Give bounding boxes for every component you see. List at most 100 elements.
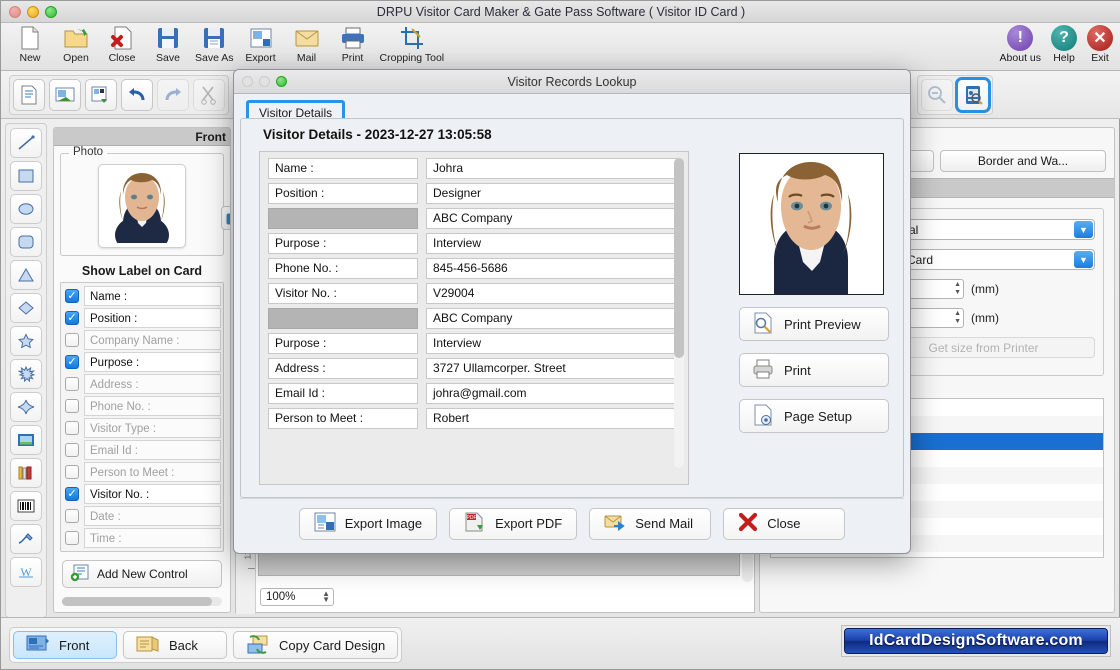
label-row-person-to-meet[interactable]: Person to Meet : — [63, 461, 221, 483]
dialog-zoom-button[interactable] — [276, 76, 287, 87]
export-image-button[interactable]: Export Image — [298, 507, 438, 540]
add-text-button[interactable] — [13, 79, 45, 111]
dialog-close-button[interactable] — [242, 76, 253, 87]
label-row-company-name[interactable]: Company Name : — [63, 329, 221, 351]
print-preview-button[interactable]: Print Preview — [739, 307, 889, 341]
star-tool-button[interactable] — [10, 326, 42, 356]
visitor-field-value-email-id[interactable]: johra@gmail.com — [426, 383, 680, 404]
signature-tool-button[interactable] — [10, 524, 42, 554]
label-row-visitor-type[interactable]: Visitor Type : — [63, 417, 221, 439]
tab-border-and-watermark[interactable]: Border and Wa... — [940, 150, 1106, 172]
label-row-email-id[interactable]: Email Id : — [63, 439, 221, 461]
toolbar-cropping-tool-button[interactable]: Cropping Tool — [376, 24, 449, 70]
toolbar-new-button[interactable]: New — [7, 24, 53, 70]
close-dialog-button[interactable]: Close — [723, 507, 846, 540]
window-zoom-button[interactable] — [45, 6, 57, 18]
barcode-tool-button[interactable] — [10, 491, 42, 521]
width-stepper-icon[interactable]: ▲ ▼ — [954, 281, 961, 297]
left-panel-horizontal-scrollbar[interactable] — [62, 597, 222, 606]
four-point-star-tool-button[interactable] — [10, 392, 42, 422]
visitor-field-value-visitor-no[interactable]: V29004 — [426, 283, 680, 304]
zoom-stepper-icon[interactable]: ▲ ▼ — [322, 590, 330, 604]
label-row-visitor-no[interactable]: Visitor No. : — [63, 483, 221, 505]
photo-thumbnail[interactable] — [98, 164, 186, 255]
zoom-level-field[interactable]: 100% ▲ ▼ — [260, 588, 334, 606]
visitor-field-label-address: Address : — [268, 358, 418, 379]
page-setup-button[interactable]: Page Setup — [739, 399, 889, 433]
diamond-tool-button[interactable] — [10, 293, 42, 323]
checkbox-purpose[interactable] — [65, 355, 79, 369]
back-side-button[interactable]: Back — [123, 631, 227, 659]
visitor-field-value-position[interactable]: Designer — [426, 183, 680, 204]
capture-photo-button[interactable] — [221, 206, 230, 230]
toolbar-print-button[interactable]: Print — [330, 24, 376, 70]
add-new-control-button[interactable]: Add New Control — [62, 560, 222, 588]
rectangle-tool-button[interactable] — [10, 161, 42, 191]
checkbox-company-name[interactable] — [65, 333, 79, 347]
toolbar-help-button[interactable]: ? Help — [1051, 25, 1077, 64]
front-side-button[interactable]: Front — [13, 631, 117, 659]
visitor-field-value-company-2[interactable]: ABC Company — [426, 308, 680, 329]
window-close-button[interactable] — [9, 6, 21, 18]
brand-badge[interactable]: IdCardDesignSoftware.com — [844, 628, 1108, 654]
toolbar-open-button[interactable]: Open — [53, 24, 99, 70]
label-row-phone-no[interactable]: Phone No. : — [63, 395, 221, 417]
label-row-address[interactable]: Address : — [63, 373, 221, 395]
rounded-rectangle-tool-button[interactable] — [10, 227, 42, 257]
checkbox-phone-no[interactable] — [65, 399, 79, 413]
undo-button[interactable] — [121, 79, 153, 111]
label-row-date[interactable]: Date : — [63, 505, 221, 527]
checkbox-email-id[interactable] — [65, 443, 79, 457]
toolbar-save-as-button[interactable]: Save As — [191, 24, 238, 70]
label-row-name[interactable]: Name : — [63, 285, 221, 307]
height-stepper-icon[interactable]: ▲ ▼ — [954, 310, 961, 326]
starburst-tool-button[interactable] — [10, 359, 42, 389]
ellipse-tool-button[interactable] — [10, 194, 42, 224]
triangle-tool-button[interactable] — [10, 260, 42, 290]
label-row-purpose[interactable]: Purpose : — [63, 351, 221, 373]
checkbox-visitor-type[interactable] — [65, 421, 79, 435]
checkbox-visitor-no[interactable] — [65, 487, 79, 501]
copy-card-design-button[interactable]: Copy Card Design — [233, 631, 399, 659]
zoom-out-button[interactable] — [921, 79, 953, 111]
visitor-field-value-purpose-1[interactable]: Interview — [426, 233, 680, 254]
checkbox-position[interactable] — [65, 311, 79, 325]
dialog-minimize-button[interactable] — [259, 76, 270, 87]
visitor-field-value-name[interactable]: Johra — [426, 158, 680, 179]
checkbox-address[interactable] — [65, 377, 79, 391]
window-minimize-button[interactable] — [27, 6, 39, 18]
picture-tool-button[interactable] — [10, 425, 42, 455]
toolbar-mail-button[interactable]: Mail — [284, 24, 330, 70]
visitor-field-value-phone-no[interactable]: 845-456-5686 — [426, 258, 680, 279]
cut-button[interactable] — [193, 79, 225, 111]
label-row-position[interactable]: Position : — [63, 307, 221, 329]
chevron-down-icon[interactable]: ▼ — [1074, 221, 1093, 238]
toolbar-close-button[interactable]: Close — [99, 24, 145, 70]
insert-image-button[interactable] — [49, 79, 81, 111]
visitor-field-value-person-to-meet[interactable]: Robert — [426, 408, 680, 429]
toolbar-save-button[interactable]: Save — [145, 24, 191, 70]
toolbar-export-button[interactable]: Export — [238, 24, 284, 70]
export-design-button[interactable] — [85, 79, 117, 111]
checkbox-time[interactable] — [65, 531, 79, 545]
visitor-field-value-purpose-2[interactable]: Interview — [426, 333, 680, 354]
send-mail-button[interactable]: Send Mail — [589, 507, 712, 540]
library-tool-button[interactable] — [10, 458, 42, 488]
visitor-field-value-address[interactable]: 3727 Ullamcorper. Street — [426, 358, 680, 379]
checkbox-person-to-meet[interactable] — [65, 465, 79, 479]
visitor-records-lookup-button[interactable] — [955, 77, 991, 113]
checkbox-name[interactable] — [65, 289, 79, 303]
watermark-tool-button[interactable]: W — [10, 557, 42, 587]
chevron-down-icon[interactable]: ▼ — [1074, 251, 1093, 268]
checkbox-date[interactable] — [65, 509, 79, 523]
toolbar-exit-button[interactable]: ✕ Exit — [1087, 25, 1113, 64]
toolbar-about-us-button[interactable]: ! About us — [1000, 25, 1041, 64]
export-pdf-button[interactable]: PDF Export PDF — [449, 507, 578, 540]
visitor-details-panel: Visitor Details - 2023-12-27 13:05:58 Na… — [240, 118, 904, 498]
redo-button[interactable] — [157, 79, 189, 111]
visitor-field-value-company-1[interactable]: ABC Company — [426, 208, 680, 229]
visitor-fields-scrollbar[interactable] — [674, 158, 684, 468]
print-button[interactable]: Print — [739, 353, 889, 387]
label-row-time[interactable]: Time : — [63, 527, 221, 549]
line-tool-button[interactable] — [10, 128, 42, 158]
